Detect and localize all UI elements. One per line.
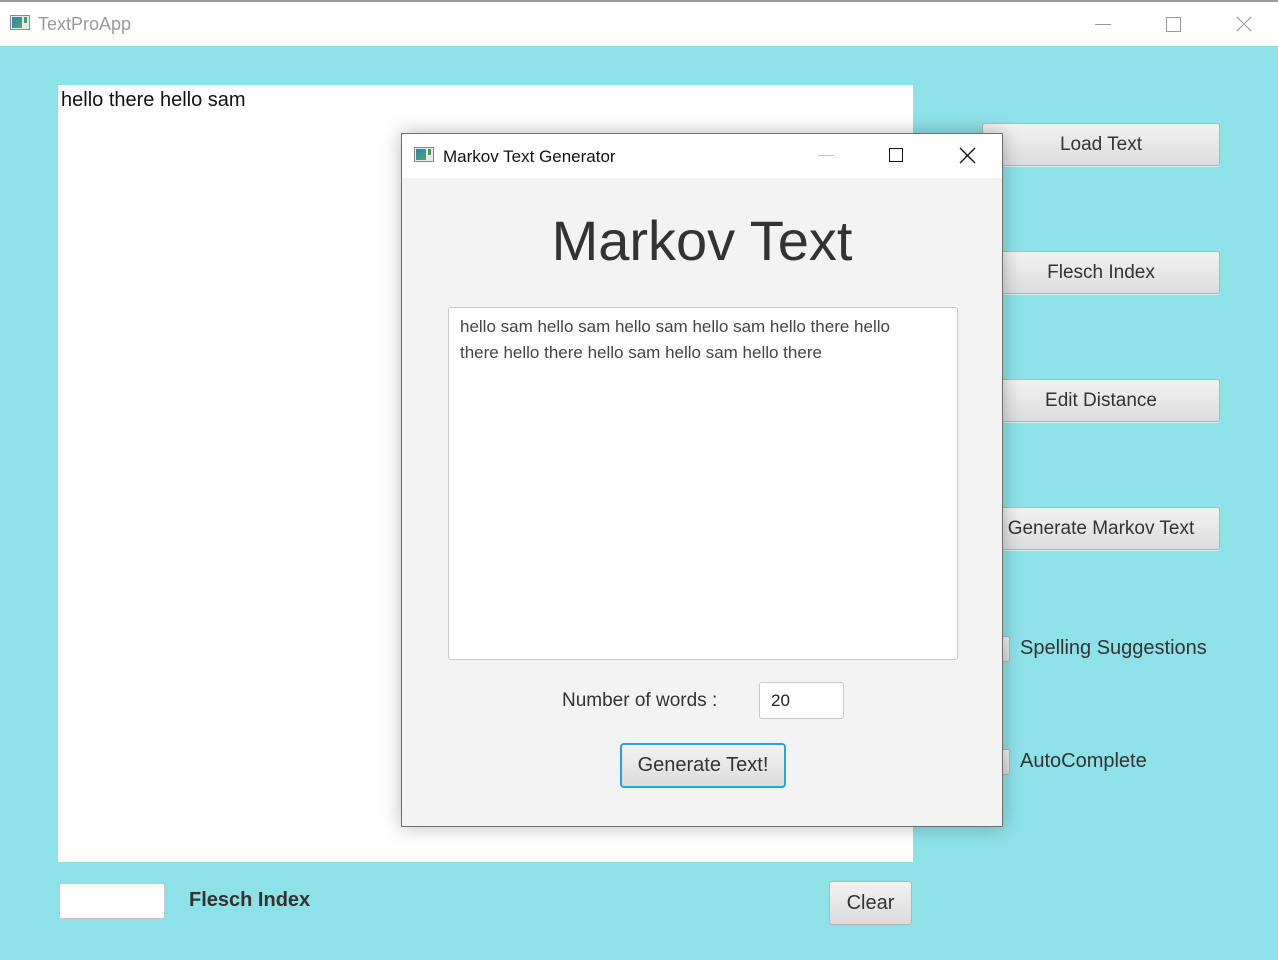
clear-button[interactable]: Clear xyxy=(829,881,912,925)
number-of-words-label: Number of words : xyxy=(562,690,718,711)
generate-markov-text-button[interactable]: Generate Markov Text xyxy=(982,507,1220,550)
edit-distance-button[interactable]: Edit Distance xyxy=(982,379,1220,422)
main-text-content: hello there hello sam xyxy=(61,89,246,111)
dialog-title-bar[interactable]: Markov Text Generator xyxy=(402,134,1002,178)
flesch-index-button[interactable]: Flesch Index xyxy=(982,251,1220,294)
dialog-title: Markov Text Generator xyxy=(443,147,616,166)
markov-dialog: Markov Text Generator Markov Text hello … xyxy=(401,133,1003,827)
maximize-button[interactable] xyxy=(1145,2,1205,46)
number-of-words-input[interactable]: 20 xyxy=(759,682,844,719)
app-window-icon xyxy=(414,147,434,162)
generate-text-button[interactable]: Generate Text! xyxy=(620,743,786,788)
dialog-heading: Markov Text xyxy=(551,209,853,272)
spelling-suggestions-label: Spelling Suggestions xyxy=(1020,637,1207,659)
dialog-close-icon[interactable] xyxy=(959,147,976,164)
load-text-button[interactable]: Load Text xyxy=(982,123,1220,166)
autocomplete-label: AutoComplete xyxy=(1020,750,1147,772)
dialog-maximize-button[interactable] xyxy=(889,148,903,162)
generated-text-content: hello sam hello sam hello sam hello sam … xyxy=(460,317,890,362)
minimize-button[interactable] xyxy=(1076,2,1136,46)
close-icon xyxy=(1236,16,1252,32)
flesch-index-label: Flesch Index xyxy=(189,889,311,911)
flesch-index-field[interactable] xyxy=(59,883,165,919)
close-button[interactable] xyxy=(1216,2,1276,46)
app-window-icon xyxy=(10,15,30,30)
main-window-title: TextProApp xyxy=(38,14,132,34)
generated-text-area[interactable]: hello sam hello sam hello sam hello sam … xyxy=(448,307,958,660)
